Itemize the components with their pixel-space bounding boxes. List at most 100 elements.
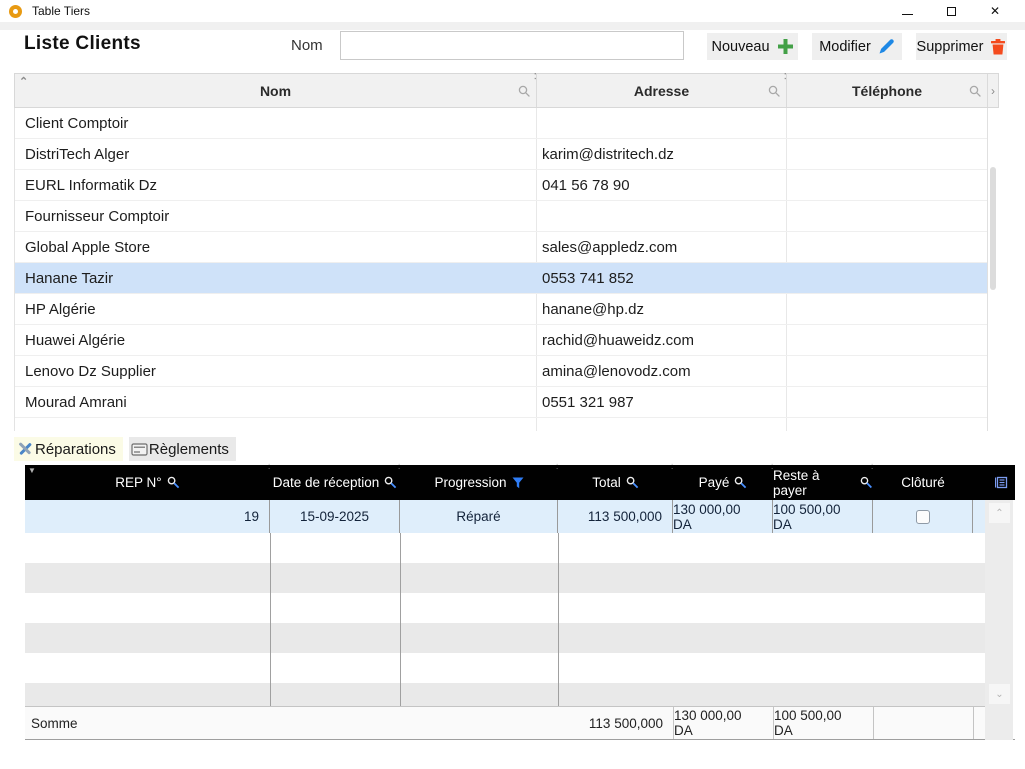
modifier-button-label: Modifier: [819, 39, 871, 55]
client-telephone: [787, 263, 988, 293]
client-adresse: rachid@huaweidz.com: [537, 325, 787, 355]
search-icon[interactable]: [734, 476, 747, 489]
collapse-caret-icon[interactable]: ⌃: [19, 75, 28, 88]
supprimer-button-label: Supprimer: [917, 39, 984, 55]
client-telephone: [787, 387, 988, 417]
column-chooser-cell: [973, 465, 1015, 500]
clients-column-adresse-label: Adresse: [634, 83, 689, 99]
client-telephone: [787, 325, 988, 355]
clients-table-body: Client Comptoir DistriTech Alger karim@d…: [14, 108, 988, 431]
footer-somme-label: Somme: [25, 707, 270, 739]
clients-column-telephone[interactable]: ⁚ Téléphone: [787, 74, 988, 107]
repairs-scrollbar[interactable]: ⌃ ⌄: [985, 500, 1013, 740]
repairs-column-reste[interactable]: ⁚ Reste à payer: [773, 465, 873, 500]
clients-column-adresse[interactable]: ⁚ Adresse: [537, 74, 787, 107]
client-adresse: sales@appledz.com: [537, 232, 787, 262]
drag-handle-icon: ⁚: [871, 466, 873, 470]
repairs-column-progression-label: Progression: [434, 475, 506, 490]
close-button[interactable]: ✕: [973, 0, 1017, 22]
search-icon[interactable]: [768, 85, 781, 98]
payments-icon: [131, 442, 148, 457]
table-row[interactable]: EURL Informatik Dz 041 56 78 90: [15, 170, 987, 201]
table-row[interactable]: Mourad Amrani 0551 321 987: [15, 387, 987, 418]
table-row[interactable]: Lenovo Dz Supplier amina@lenovodz.com: [15, 356, 987, 387]
table-row[interactable]: Client Comptoir: [15, 108, 987, 139]
table-bottom-border: [25, 739, 1015, 740]
repair-row-selected[interactable]: 19 15-09-2025 Réparé 113 500,000 130 000…: [25, 500, 985, 533]
scroll-up-icon[interactable]: ⌃: [989, 503, 1010, 523]
clients-scrollbar-thumb[interactable]: [990, 167, 996, 290]
client-adresse: 0551 321 987: [537, 387, 787, 417]
search-icon[interactable]: [518, 85, 531, 98]
name-filter-input[interactable]: [340, 31, 684, 60]
supprimer-button[interactable]: Supprimer: [916, 33, 1007, 60]
nouveau-button[interactable]: Nouveau: [707, 33, 798, 60]
table-row[interactable]: HP Algérie hanane@hp.dz: [15, 294, 987, 325]
grid-filter-caret-icon[interactable]: ▼: [28, 466, 36, 475]
table-row[interactable]: Huawei Algérie rachid@huaweidz.com: [15, 325, 987, 356]
drag-handle-icon: ⁚: [671, 466, 673, 470]
name-filter-label: Nom: [291, 37, 323, 54]
tab-reglements[interactable]: Règlements: [129, 437, 236, 461]
search-icon[interactable]: [626, 476, 639, 489]
client-telephone: [787, 170, 988, 200]
nouveau-button-label: Nouveau: [711, 39, 769, 55]
filter-funnel-icon[interactable]: [512, 477, 524, 489]
drag-handle-icon: ⁚: [534, 75, 537, 79]
search-icon[interactable]: [860, 476, 873, 489]
repairs-column-cloture[interactable]: ⁚ Clôturé: [873, 465, 973, 500]
table-row-selected[interactable]: Hanane Tazir 0553 741 852: [15, 263, 987, 294]
clients-column-nom-label: Nom: [260, 83, 291, 99]
search-icon[interactable]: [384, 476, 397, 489]
detail-tabs: Réparations Règlements: [14, 437, 236, 461]
client-adresse: karim@distritech.dz: [537, 139, 787, 169]
client-nom: DistriTech Alger: [15, 139, 537, 169]
repairs-column-reste-label: Reste à payer: [773, 468, 855, 498]
column-chooser-icon[interactable]: [995, 476, 1008, 489]
client-telephone: [787, 139, 988, 169]
table-row[interactable]: Global Apple Store sales@appledz.com: [15, 232, 987, 263]
client-nom: EURL Informatik Dz: [15, 170, 537, 200]
repairs-column-date[interactable]: ⁚ Date de réception: [270, 465, 400, 500]
client-nom: Client Comptoir: [15, 108, 537, 138]
footer-total: 113 500,000: [558, 707, 673, 739]
client-nom: Global Apple Store: [15, 232, 537, 262]
page-title: Liste Clients: [24, 33, 141, 55]
next-column-button[interactable]: ›: [988, 74, 998, 107]
client-adresse: 0553 741 852: [537, 263, 787, 293]
client-telephone: [787, 201, 988, 231]
table-row[interactable]: DistriTech Alger karim@distritech.dz: [15, 139, 987, 170]
repairs-column-progression[interactable]: ⁚ Progression: [400, 465, 558, 500]
client-telephone: [787, 108, 988, 138]
drag-handle-icon: ⁚: [268, 466, 270, 470]
modifier-button[interactable]: Modifier: [812, 33, 902, 60]
minimize-button[interactable]: [885, 0, 929, 22]
repair-reste: 100 500,00 DA: [773, 500, 873, 533]
repairs-column-total[interactable]: ⁚ Total: [558, 465, 673, 500]
repair-progression: Réparé: [400, 500, 558, 533]
table-row[interactable]: Fournisseur Comptoir: [15, 201, 987, 232]
tab-reparations-label: Réparations: [35, 441, 116, 458]
client-adresse: 041 56 78 90: [537, 170, 787, 200]
maximize-button[interactable]: [929, 0, 973, 22]
scroll-down-icon[interactable]: ⌄: [989, 684, 1010, 704]
cloture-checkbox[interactable]: [916, 510, 930, 524]
tab-reglements-label: Règlements: [149, 441, 229, 458]
client-telephone: [787, 232, 988, 262]
search-icon[interactable]: [167, 476, 180, 489]
repairs-column-paye[interactable]: ⁚ Payé: [673, 465, 773, 500]
tab-reparations[interactable]: Réparations: [14, 437, 123, 461]
drag-handle-icon: ⁚: [771, 466, 773, 470]
repairs-footer: Somme 113 500,000 130 000,00 DA 100 500,…: [25, 706, 985, 739]
client-adresse: hanane@hp.dz: [537, 294, 787, 324]
repairs-column-date-label: Date de réception: [273, 475, 380, 490]
client-nom: Mourad Amrani: [15, 387, 537, 417]
clients-column-telephone-label: Téléphone: [852, 83, 922, 99]
app-window: Table Tiers ✕ Liste Clients Nom Nouveau …: [0, 0, 1025, 769]
clients-column-nom[interactable]: ⌃ Nom: [15, 74, 537, 107]
search-icon[interactable]: [969, 85, 982, 98]
client-nom: HP Algérie: [15, 294, 537, 324]
clients-table-header: ⌃ Nom ⁚ Adresse ⁚ Téléphone ›: [14, 73, 999, 108]
client-nom: Hanane Tazir: [15, 263, 537, 293]
repairs-column-rep[interactable]: REP N°: [25, 465, 270, 500]
